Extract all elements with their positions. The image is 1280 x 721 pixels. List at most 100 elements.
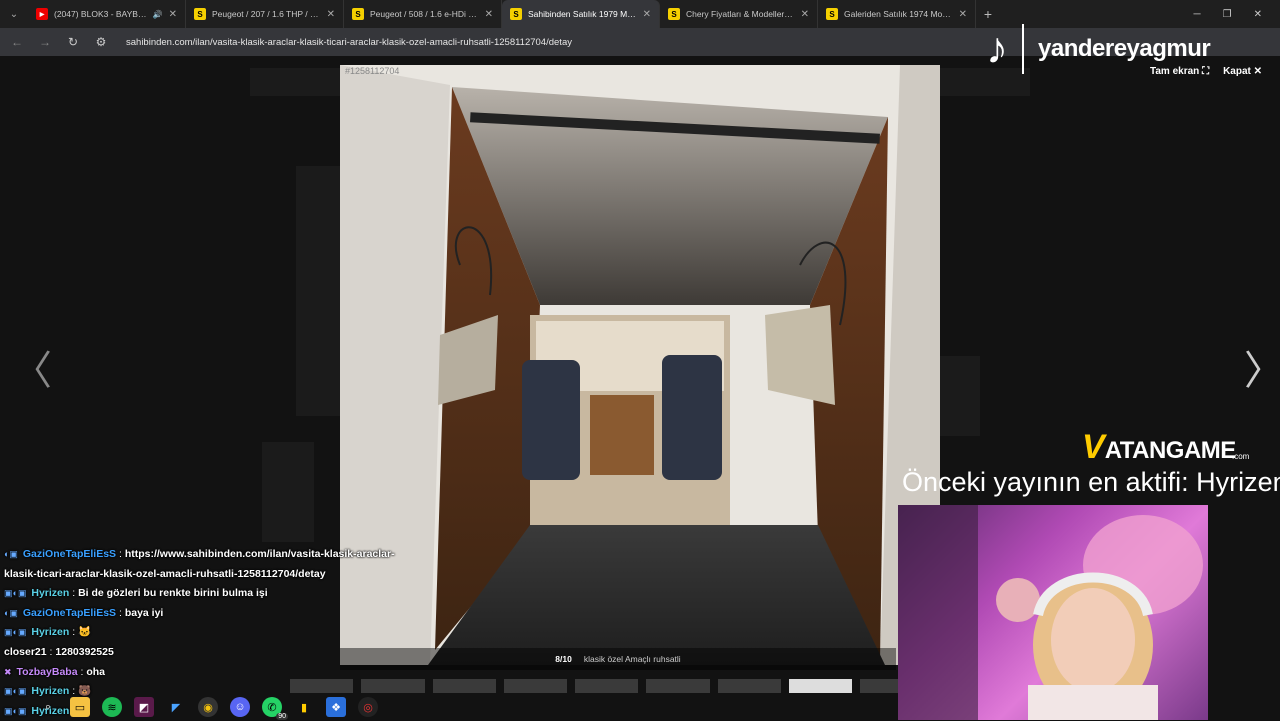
browser-tab[interactable]: S Galeriden Satılık 1974 Model Kl... ✕ bbox=[818, 0, 976, 28]
streamer-image bbox=[898, 505, 1203, 720]
browser-tab[interactable]: S Peugeot / 508 / 1.6 e-HDi / Act... ✕ bbox=[344, 0, 502, 28]
reload-icon[interactable]: ↻ bbox=[66, 35, 80, 49]
gallery-thumbnail[interactable] bbox=[860, 679, 900, 693]
gallery-thumbnail[interactable] bbox=[717, 679, 782, 693]
close-tab-icon[interactable]: ✕ bbox=[169, 9, 177, 20]
photo-caption: klasik özel Amaçlı ruhsatli bbox=[583, 654, 681, 664]
tab-search-icon[interactable]: ⌄ bbox=[0, 0, 28, 28]
main-photo-edge bbox=[296, 166, 340, 416]
close-tab-icon[interactable]: ✕ bbox=[327, 9, 335, 20]
lightbox-controls: Tam ekran ⛶ Kapat ✕ bbox=[1150, 66, 1262, 77]
obs-icon[interactable]: ◎ bbox=[358, 697, 378, 717]
browser-tab[interactable]: S Chery Fiyatları & Modelleri sahi... ✕ bbox=[660, 0, 818, 28]
file-explorer-icon[interactable]: ▭ bbox=[70, 697, 90, 717]
sponsor-logo-domain: .com bbox=[1232, 452, 1250, 461]
thumbnail bbox=[262, 442, 314, 542]
chat-text: 🐱 bbox=[78, 626, 92, 639]
app-icon[interactable]: ▮ bbox=[294, 697, 314, 717]
whatsapp-icon[interactable]: ✆ 90 bbox=[262, 697, 288, 720]
previous-photo-icon[interactable]: 〈 bbox=[12, 338, 52, 396]
close-label: Kapat bbox=[1223, 66, 1251, 77]
app-icon[interactable]: ◩ bbox=[134, 697, 154, 717]
sponsor-logo: V ATANGAME .com bbox=[1082, 428, 1249, 467]
sahibinden-icon: S bbox=[826, 8, 838, 20]
tab-title: Peugeot / 207 / 1.6 THP / GT / ... bbox=[212, 9, 321, 19]
chat-username: closer21 bbox=[4, 645, 47, 658]
close-tab-icon[interactable]: ✕ bbox=[485, 9, 493, 20]
chat-message: ◐▣ GaziOneTapEliEsS : baya iyi bbox=[4, 606, 164, 619]
tab-title: Sahibinden Satılık 1979 Model Ma... bbox=[528, 9, 637, 19]
spotify-icon[interactable]: ≋ bbox=[102, 697, 122, 717]
fullscreen-label: Tam ekran bbox=[1150, 66, 1200, 77]
chat-badge-icon: ▣◐▣ bbox=[4, 588, 27, 599]
close-window-icon[interactable]: ✕ bbox=[1254, 9, 1262, 20]
chat-text: 1280392525 bbox=[55, 645, 114, 658]
tiktok-username: yandereyagmur bbox=[1038, 35, 1211, 62]
webcam-feed bbox=[898, 505, 1208, 720]
chat-username: Hyrizen bbox=[31, 587, 70, 600]
divider bbox=[1022, 24, 1024, 74]
discord-icon[interactable]: ☺ bbox=[230, 697, 250, 717]
chat-username: TozbayBaba bbox=[16, 665, 78, 678]
close-tab-icon[interactable]: ✕ bbox=[959, 9, 967, 20]
gallery-caption: 8/10 klasik özel Amaçlı ruhsatli bbox=[340, 648, 896, 670]
chat-badge-icon: ✖ bbox=[4, 666, 12, 677]
close-lightbox-button[interactable]: Kapat ✕ bbox=[1223, 66, 1262, 77]
tiktok-logo-icon: ♪ bbox=[986, 24, 1008, 73]
browser-tab[interactable]: S Peugeot / 207 / 1.6 THP / GT / ... ✕ bbox=[186, 0, 344, 28]
sahibinden-icon: S bbox=[668, 8, 680, 20]
chat-text: Bi de gözleri bu renkte birini bulma işi bbox=[78, 587, 268, 600]
sahibinden-icon: S bbox=[194, 8, 206, 20]
chrome-icon[interactable]: ◉ bbox=[198, 697, 218, 717]
sahibinden-icon: S bbox=[352, 8, 364, 20]
chat-message: ▣◐▣ Hyrizen : 🐱 bbox=[4, 626, 92, 639]
close-tab-icon[interactable]: ✕ bbox=[801, 9, 809, 20]
minimize-icon[interactable]: ─ bbox=[1194, 9, 1201, 20]
chat-message: ✖ TozbayBaba : oha bbox=[4, 665, 105, 678]
chat-username: GaziOneTapEliEsS bbox=[22, 606, 117, 619]
chat-message: closer21 : 1280392525 bbox=[4, 645, 114, 658]
restore-icon[interactable]: ❐ bbox=[1223, 9, 1232, 20]
fullscreen-icon: ⛶ bbox=[1202, 66, 1210, 77]
next-photo-icon[interactable]: 〉 bbox=[1244, 338, 1280, 396]
gallery-thumbnail[interactable] bbox=[432, 679, 496, 693]
tab-title: Chery Fiyatları & Modelleri sahi... bbox=[686, 9, 795, 19]
gallery-photo[interactable] bbox=[340, 65, 940, 665]
previous-top-chatter: Önceki yayının en aktifi: Hyrizen bbox=[902, 467, 1280, 497]
youtube-icon: ▶ bbox=[36, 8, 48, 20]
chat-badge-icon: ▣◐▣ bbox=[4, 627, 27, 638]
speaker-icon[interactable]: 🔊 bbox=[153, 10, 163, 19]
fullscreen-button[interactable]: Tam ekran ⛶ bbox=[1150, 66, 1209, 77]
tab-title: Galeriden Satılık 1974 Model Kl... bbox=[844, 9, 953, 19]
sponsor-logo-mark: V bbox=[1082, 428, 1105, 466]
app-icon[interactable]: ❖ bbox=[326, 697, 346, 717]
tab-title: Peugeot / 508 / 1.6 e-HDi / Act... bbox=[370, 9, 479, 19]
sponsor-logo-text: ATANGAME bbox=[1104, 437, 1237, 464]
photo-counter: 8/10 bbox=[555, 654, 572, 664]
browser-tab-active[interactable]: S Sahibinden Satılık 1979 Model Ma... ✕ bbox=[502, 0, 660, 28]
new-tab-icon[interactable]: + bbox=[976, 6, 1000, 22]
tab-title: (2047) BLOK3 - BAYBAY (OF bbox=[54, 9, 147, 19]
browser-tab[interactable]: ▶ (2047) BLOK3 - BAYBAY (OF 🔊 ✕ bbox=[28, 0, 186, 28]
gallery-thumbnail[interactable] bbox=[575, 679, 639, 693]
chat-message: ◐▣ GaziOneTapEliEsS : https://www.sahibi… bbox=[4, 548, 395, 580]
search-icon[interactable]: ⌕ bbox=[38, 697, 58, 717]
van-interior-image bbox=[340, 65, 940, 665]
gallery-thumbnail[interactable] bbox=[646, 679, 710, 693]
taskbar: ⌕ ▭ ≋ ◩ ◤ ◉ ☺ ✆ 90 ▮ ❖ ◎ bbox=[0, 694, 400, 720]
gallery-thumbnail[interactable] bbox=[503, 679, 568, 693]
whatsapp-badge: 90 bbox=[276, 713, 288, 720]
listing-id: #1258112704 bbox=[345, 66, 400, 76]
app-icon[interactable]: ◤ bbox=[166, 697, 186, 717]
back-icon[interactable]: ← bbox=[10, 35, 24, 49]
chat-badge-icon: ◐▣ bbox=[4, 607, 18, 618]
site-info-icon[interactable]: ⚙ bbox=[94, 35, 108, 49]
gallery-thumbnail-selected[interactable] bbox=[789, 679, 853, 693]
close-tab-icon[interactable]: ✕ bbox=[643, 9, 651, 20]
chat-badge-icon: ◐▣ bbox=[4, 549, 18, 559]
forward-icon[interactable]: → bbox=[38, 35, 52, 49]
chat-text: oha bbox=[86, 665, 105, 678]
sahibinden-icon: S bbox=[510, 8, 522, 20]
chat-message: ▣◐▣ Hyrizen : Bi de gözleri bu renkte bi… bbox=[4, 587, 268, 600]
url-field[interactable]: sahibinden.com/ilan/vasita-klasik-aracla… bbox=[126, 37, 572, 48]
